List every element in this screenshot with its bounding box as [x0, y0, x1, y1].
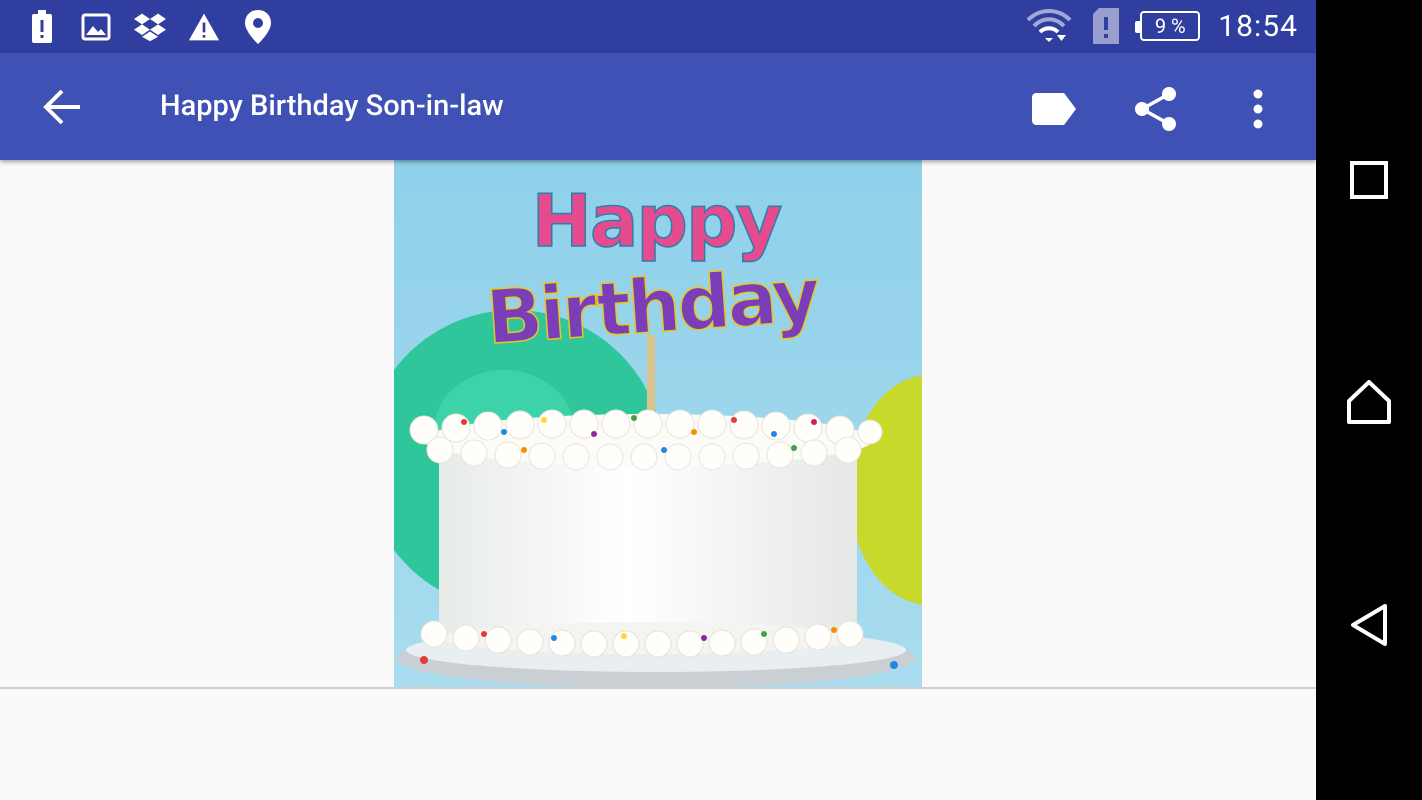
recents-button[interactable]: [1339, 150, 1399, 210]
home-button[interactable]: [1339, 372, 1399, 432]
more-vert-icon[interactable]: [1230, 81, 1286, 137]
content-divider: [0, 687, 1316, 689]
page-title: Happy Birthday Son-in-law: [160, 89, 504, 123]
birthday-card-image[interactable]: Happy Birthday: [394, 160, 922, 688]
content-area: Happy Birthday: [0, 160, 1316, 800]
back-button[interactable]: [1339, 595, 1399, 655]
square-icon: [1350, 161, 1388, 199]
navigation-bar: [1316, 0, 1422, 800]
back-arrow-icon[interactable]: [38, 83, 86, 131]
dropbox-icon: [134, 11, 166, 43]
battery-alert-icon: [26, 10, 58, 43]
system-status: 9 % 18:54: [1026, 6, 1298, 46]
battery-indicator: 9 %: [1135, 11, 1201, 41]
battery-level: 9 %: [1154, 14, 1186, 38]
warning-icon: [188, 11, 220, 43]
screen: 9 % 18:54 Happy Birthday Son-in-law Happ…: [0, 0, 1422, 800]
share-icon[interactable]: [1128, 81, 1184, 137]
triangle-back-icon: [1351, 604, 1387, 646]
clock: 18:54: [1218, 8, 1298, 44]
status-bar: 9 % 18:54: [0, 0, 1316, 53]
wifi-icon: [1026, 9, 1072, 42]
label-icon[interactable]: [1026, 81, 1082, 137]
topper-line-1: Happy: [532, 179, 782, 263]
notification-icons: [26, 8, 274, 46]
location-icon: [242, 10, 274, 44]
image-icon: [80, 11, 112, 43]
app-toolbar: Happy Birthday Son-in-law: [0, 53, 1316, 160]
sim-alert-icon: [1090, 8, 1122, 44]
toolbar-actions: [1026, 81, 1286, 137]
home-icon: [1347, 380, 1391, 424]
